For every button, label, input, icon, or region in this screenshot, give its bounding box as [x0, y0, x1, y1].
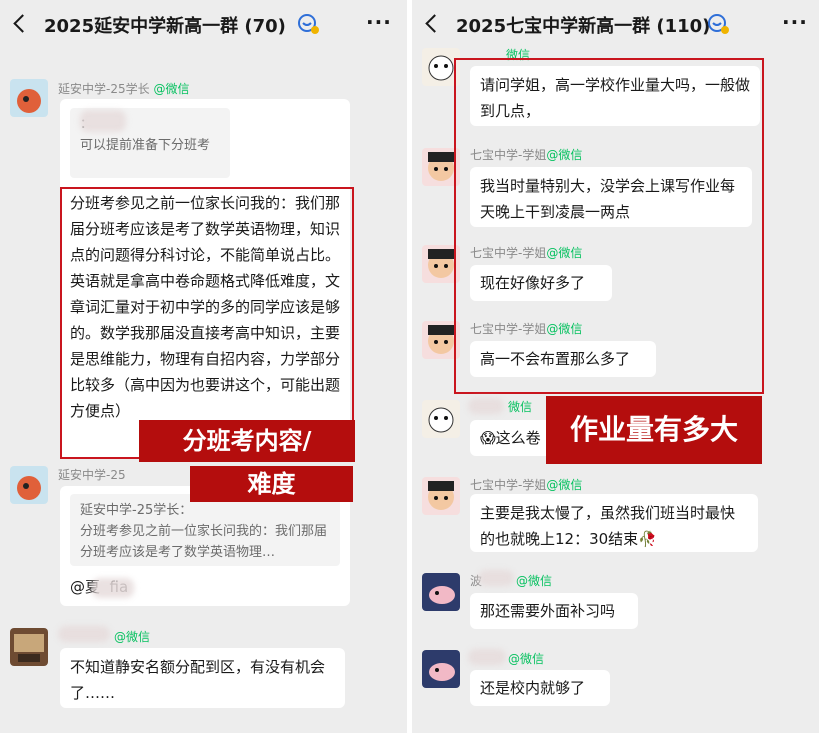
quoted-message[interactable]: 延安中学-25学长： 分班考参见之前一位家长问我的：我们那届分班考应该是考了数学… — [70, 494, 340, 566]
avatar[interactable] — [10, 628, 48, 666]
avatar[interactable] — [422, 650, 460, 688]
sender-name: 微信 — [508, 400, 533, 414]
blurred-name — [468, 649, 506, 665]
back-arrow-icon[interactable] — [13, 14, 32, 33]
blurred-name — [80, 110, 126, 132]
more-icon[interactable]: ··· — [782, 10, 808, 34]
chat-header: 2025延安中学新高一群 (70) ··· — [0, 0, 407, 48]
blurred-name — [478, 570, 514, 586]
voice-chat-icon[interactable] — [296, 12, 320, 36]
voice-chat-icon[interactable] — [706, 12, 730, 36]
message-text[interactable]: 那还需要外面补习吗 — [470, 593, 638, 629]
sender-name: @微信 — [114, 630, 151, 644]
sender-name: 延安中学-25学长 @微信 — [58, 82, 190, 96]
message-text: @夏 fia — [70, 578, 128, 596]
caption-banner-line2: 难度 — [190, 466, 353, 502]
sender-name: 七宝中学-学姐@微信 — [470, 478, 583, 492]
caption-banner: 作业量有多大 — [546, 396, 762, 464]
caption-banner-line1: 分班考内容/ — [139, 420, 355, 462]
blurred-name — [58, 626, 110, 642]
message-text[interactable]: 主要是我太慢了，虽然我们班当时最快的也就晚上12：30结束🥀 — [470, 494, 758, 552]
message-text[interactable]: 还是校内就够了 — [470, 670, 610, 706]
avatar[interactable] — [422, 477, 460, 515]
avatar[interactable] — [422, 573, 460, 611]
back-arrow-icon[interactable] — [425, 14, 444, 33]
highlight-box — [60, 187, 354, 459]
chat-title: 2025七宝中学新高一群 (110) — [456, 16, 711, 37]
highlight-box — [454, 58, 764, 394]
chat-header: 2025七宝中学新高一群 (110) ··· — [412, 0, 819, 48]
avatar[interactable] — [10, 79, 48, 117]
avatar[interactable] — [10, 466, 48, 504]
avatar[interactable] — [422, 400, 460, 438]
sender-name: @微信 — [508, 652, 545, 666]
wechat-tag: @微信 — [516, 574, 553, 588]
more-icon[interactable]: ··· — [366, 10, 392, 34]
left-chat-panel: 2025延安中学新高一群 (70) ··· 延安中学-25学长 @微信 ： 可以… — [0, 0, 407, 733]
sender-name: 延安中学-25 — [58, 468, 126, 482]
blurred-name — [92, 578, 134, 598]
blurred-name — [468, 398, 504, 414]
right-chat-panel: 2025七宝中学新高一群 (110) ··· 微信 请问学姐，高一学校作业量大吗… — [412, 0, 819, 733]
message-text[interactable]: 不知道静安名额分配到区，有没有机会了…… — [60, 648, 345, 708]
chat-title: 2025延安中学新高一群 (70) — [44, 16, 286, 37]
